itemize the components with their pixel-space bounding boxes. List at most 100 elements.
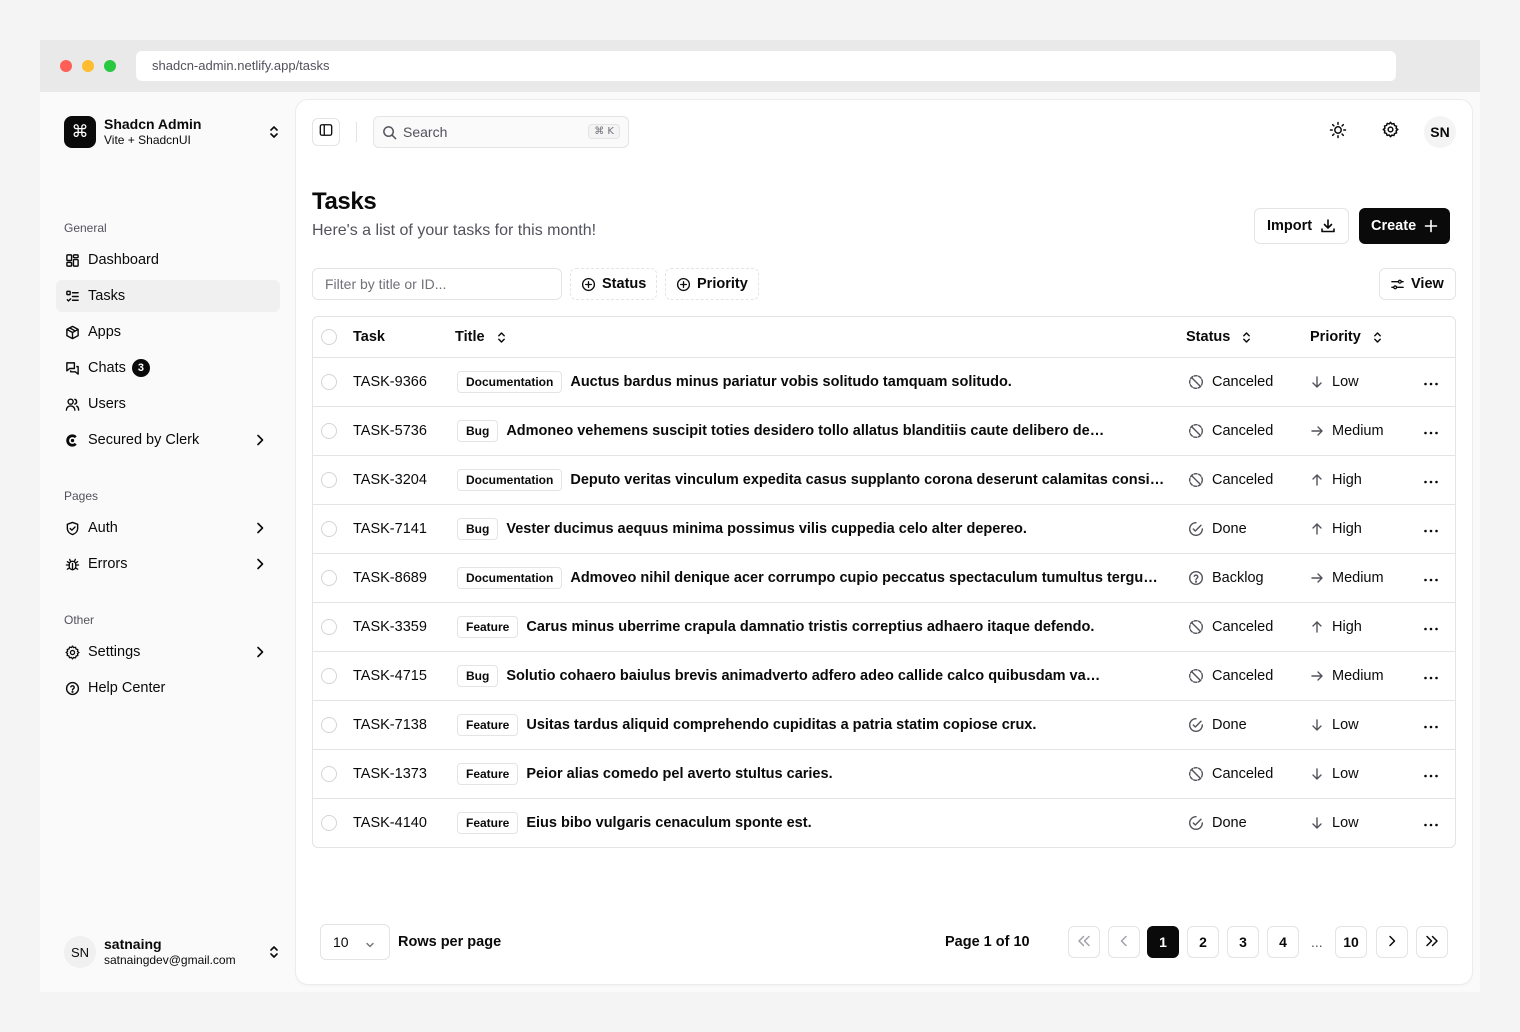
rows-per-page-select[interactable]: 10 — [320, 924, 390, 960]
row-checkbox[interactable] — [321, 521, 337, 537]
sidebar-item-auth[interactable]: Auth — [56, 512, 280, 544]
task-priority: Medium — [1310, 554, 1384, 602]
sidebar-item-secured-by-clerk[interactable]: Secured by Clerk — [56, 424, 280, 456]
table-row[interactable]: TASK-4715 Bug Solutio cohaero baiulus brev… — [313, 652, 1455, 701]
sidebar-item-settings[interactable]: Settings — [56, 636, 280, 668]
sidebar: ⌘ Shadcn Admin Vite + ShadcnUI General D… — [40, 92, 296, 992]
previous-page-button[interactable] — [1108, 926, 1140, 958]
column-priority[interactable]: Priority — [1310, 329, 1382, 345]
row-actions-button[interactable] — [1421, 374, 1441, 390]
page-button-4[interactable]: 4 — [1267, 926, 1299, 958]
create-button[interactable]: Create — [1359, 208, 1451, 244]
row-actions-button[interactable] — [1421, 668, 1441, 684]
task-priority-label: High — [1332, 472, 1362, 488]
chevrons-up-down-icon — [1242, 331, 1251, 344]
table-row[interactable]: TASK-7141 Bug Vester ducimus aequus minima… — [313, 505, 1455, 554]
sidebar-item-apps[interactable]: Apps — [56, 316, 280, 348]
user-email: satnaingdev@gmail.com — [104, 953, 236, 967]
table-row[interactable]: TASK-4140 Feature Eius bibo vulgaris cenac… — [313, 799, 1455, 847]
arrow-down-icon — [1310, 816, 1324, 830]
task-status: Done — [1188, 505, 1247, 553]
first-page-button[interactable] — [1068, 926, 1100, 958]
table-row[interactable]: TASK-1373 Feature Peior alias comedo pel a… — [313, 750, 1455, 799]
task-id: TASK-4715 — [353, 668, 427, 684]
close-window-button[interactable] — [60, 60, 72, 72]
status-filter-label: Status — [602, 276, 647, 292]
row-checkbox[interactable] — [321, 472, 337, 488]
sidebar-item-help-center[interactable]: Help Center — [56, 672, 280, 704]
filter-input[interactable]: Filter by title or ID... — [312, 268, 562, 300]
browser-window: shadcn-admin.netlify.app/tasks ⌘ Shadcn … — [40, 40, 1480, 992]
row-checkbox[interactable] — [321, 668, 337, 684]
row-checkbox[interactable] — [321, 717, 337, 733]
row-checkbox[interactable] — [321, 619, 337, 635]
user-menu[interactable]: SN satnaing satnaingdev@gmail.com — [64, 936, 280, 968]
table-row[interactable]: TASK-3359 Feature Carus minus uberrime cra… — [313, 603, 1455, 652]
task-title: Deputo veritas vinculum expedita casus s… — [570, 472, 1171, 488]
page-button-1[interactable]: 1 — [1147, 926, 1179, 958]
theme-toggle-button[interactable] — [1322, 116, 1354, 148]
last-page-button[interactable] — [1416, 926, 1448, 958]
column-title-label: Title — [455, 329, 485, 345]
address-bar[interactable]: shadcn-admin.netlify.app/tasks — [136, 51, 1396, 81]
sidebar-item-label: Apps — [88, 324, 122, 340]
sidebar-item-users[interactable]: Users — [56, 388, 280, 420]
table-row[interactable]: TASK-5736 Bug Admoneo vehemens suscipit to… — [313, 407, 1455, 456]
table-row[interactable]: TASK-9366 Documentation Auctus bardus minu… — [313, 358, 1455, 407]
row-checkbox[interactable] — [321, 766, 337, 782]
more-horizontal-icon — [1423, 472, 1439, 488]
task-priority-label: High — [1332, 521, 1362, 537]
row-actions-button[interactable] — [1421, 521, 1441, 537]
task-title-cell: Bug Admoneo vehemens suscipit toties desi… — [457, 407, 1106, 455]
task-title-cell: Bug Vester ducimus aequus minima possimus… — [457, 505, 1027, 553]
table-header: Task Title Status Priority — [313, 317, 1455, 358]
team-switcher[interactable]: ⌘ Shadcn Admin Vite + ShadcnUI — [64, 116, 280, 148]
sidebar-toggle-button[interactable] — [312, 118, 340, 146]
task-priority: Low — [1310, 701, 1359, 749]
task-title-cell: Feature Carus minus uberrime crapula damn… — [457, 603, 1094, 651]
row-actions-button[interactable] — [1421, 472, 1441, 488]
page-button-10[interactable]: 10 — [1335, 926, 1367, 958]
row-actions-button[interactable] — [1421, 570, 1441, 586]
table-row[interactable]: TASK-3204 Documentation Deputo veritas vin… — [313, 456, 1455, 505]
table-row[interactable]: TASK-8689 Documentation Admoveo nihil deni… — [313, 554, 1455, 603]
row-actions-button[interactable] — [1421, 815, 1441, 831]
column-title[interactable]: Title — [455, 329, 506, 345]
row-checkbox[interactable] — [321, 570, 337, 586]
task-priority-label: Low — [1332, 766, 1359, 782]
sidebar-item-errors[interactable]: Errors — [56, 548, 280, 580]
gear-icon — [1382, 121, 1399, 143]
team-name: Shadcn Admin — [104, 116, 202, 132]
sidebar-item-tasks[interactable]: Tasks — [56, 280, 280, 312]
profile-avatar-button[interactable]: SN — [1424, 116, 1456, 148]
next-page-button[interactable] — [1376, 926, 1408, 958]
column-status[interactable]: Status — [1186, 329, 1251, 345]
row-checkbox[interactable] — [321, 423, 337, 439]
priority-filter-button[interactable]: Priority — [665, 268, 759, 300]
status-filter-button[interactable]: Status — [570, 268, 658, 300]
task-priority: High — [1310, 603, 1362, 651]
sidebar-item-chats[interactable]: Chats 3 — [56, 352, 280, 384]
table-row[interactable]: TASK-7138 Feature Usitas tardus aliquid co… — [313, 701, 1455, 750]
row-checkbox[interactable] — [321, 374, 337, 390]
settings-button[interactable] — [1374, 116, 1406, 148]
row-actions-button[interactable] — [1421, 766, 1441, 782]
row-actions-button[interactable] — [1421, 717, 1441, 733]
page-button-2[interactable]: 2 — [1187, 926, 1219, 958]
row-actions-button[interactable] — [1421, 619, 1441, 635]
sidebar-item-dashboard[interactable]: Dashboard — [56, 244, 280, 276]
row-checkbox[interactable] — [321, 815, 337, 831]
task-title: Usitas tardus aliquid comprehendo cupidi… — [526, 717, 1037, 733]
select-all-checkbox[interactable] — [321, 329, 337, 345]
row-actions-button[interactable] — [1421, 423, 1441, 439]
task-status: Canceled — [1188, 652, 1273, 700]
task-priority-label: Low — [1332, 374, 1359, 390]
import-button[interactable]: Import — [1254, 208, 1350, 244]
view-options-button[interactable]: View — [1379, 268, 1456, 300]
search-input[interactable]: Search ⌘ K — [373, 116, 629, 148]
page-button-3[interactable]: 3 — [1227, 926, 1259, 958]
minimize-window-button[interactable] — [82, 60, 94, 72]
task-id: TASK-1373 — [353, 766, 427, 782]
maximize-window-button[interactable] — [104, 60, 116, 72]
task-id: TASK-5736 — [353, 423, 427, 439]
